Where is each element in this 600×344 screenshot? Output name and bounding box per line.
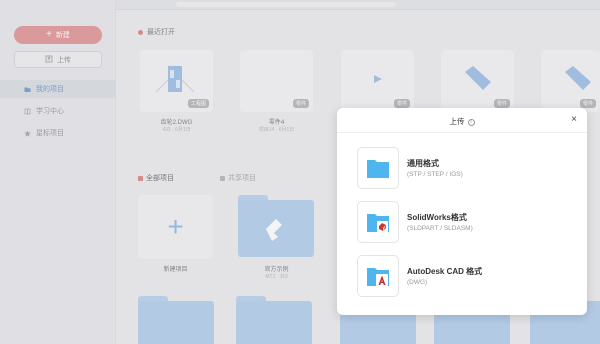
- project-folder[interactable]: [138, 296, 214, 344]
- sidebar: + 新建 上传 我的项目 学习中心 星标项目: [0, 0, 116, 344]
- option-title: AutoDesk CAD 格式: [407, 267, 483, 276]
- tab-all-label: 全部项目: [146, 175, 174, 182]
- sidebar-item-label: 学习中心: [36, 108, 64, 115]
- option-title: 通用格式: [407, 159, 439, 168]
- upload-option-solidworks[interactable]: SolidWorks格式 (SLDPART / SLDASM): [357, 200, 567, 244]
- card-type-badge: 工程图: [187, 99, 209, 108]
- folder-meta: MT1 · 共3: [265, 274, 288, 280]
- option-subtitle: (DWG): [407, 279, 428, 286]
- recent-card-4[interactable]: 零件: [441, 50, 514, 112]
- solidworks-folder-icon: [367, 214, 389, 232]
- upload-option-autocad[interactable]: AutoDesk CAD 格式 (DWG): [357, 254, 567, 298]
- drawing-thumbnail-icon: [155, 66, 195, 93]
- part-thumbnail-icon: [565, 66, 591, 90]
- tab-shared-label: 共享项目: [228, 175, 256, 182]
- folder-icon: [367, 160, 389, 178]
- upload-icon: [45, 55, 53, 65]
- top-bar-line: [176, 2, 396, 7]
- upload-button-label: 上传: [57, 56, 71, 64]
- sidebar-item-my-projects[interactable]: 我的项目: [0, 80, 116, 98]
- card-meta: 项目14 · 6月1日: [258, 127, 295, 133]
- recent-title-text: 最近打开: [147, 29, 175, 36]
- new-project-card[interactable]: +: [138, 195, 213, 259]
- part-thumbnail-icon: [465, 66, 491, 90]
- card-meta: 433 · 6月1日: [162, 127, 191, 133]
- option-subtitle: (STP / STEP / IGS): [407, 171, 463, 178]
- plus-icon: +: [167, 211, 184, 242]
- plus-icon: +: [46, 29, 52, 40]
- project-folder[interactable]: [236, 296, 312, 344]
- dialog-title: 上传 i: [337, 116, 587, 127]
- sidebar-item-learning[interactable]: 学习中心: [0, 102, 116, 120]
- close-icon[interactable]: ×: [571, 114, 577, 125]
- info-icon[interactable]: i: [467, 118, 475, 126]
- autocad-folder-icon: [367, 268, 389, 286]
- new-project-label: 新建项目: [163, 267, 188, 273]
- card-name: 零件4: [268, 120, 285, 126]
- star-icon: [24, 129, 31, 137]
- upload-dialog: 上传 i × 通用格式 (STP / STEP / IGS) SolidWorks…: [337, 108, 587, 315]
- dialog-divider: [337, 132, 587, 133]
- card-type-badge: 零件: [393, 99, 410, 108]
- new-button[interactable]: + 新建: [14, 26, 102, 44]
- card-type-badge: 零件: [292, 99, 309, 108]
- upload-button[interactable]: 上传: [14, 51, 102, 68]
- folder-name: 官方示例: [264, 267, 289, 273]
- sidebar-item-label: 我的项目: [36, 86, 64, 93]
- card-name: 齿轮2.DWG: [160, 120, 193, 126]
- folder-icon: [24, 86, 31, 93]
- book-icon: [24, 108, 31, 115]
- top-bar: [116, 0, 600, 10]
- project-logo-icon: [266, 219, 282, 241]
- sidebar-item-starred[interactable]: 星标项目: [0, 124, 116, 142]
- recent-section-title: 最近打开: [138, 27, 175, 37]
- recent-icon: [138, 29, 143, 35]
- project-folder[interactable]: [238, 195, 314, 257]
- tab-all-projects[interactable]: 全部项目: [138, 173, 174, 183]
- recent-card-3[interactable]: 零件: [341, 50, 414, 112]
- card-type-badge: 零件: [493, 99, 510, 108]
- card-type-badge: 零件: [579, 99, 596, 108]
- new-button-label: 新建: [55, 32, 70, 39]
- recent-card-5[interactable]: 零件: [541, 50, 600, 112]
- sidebar-item-label: 星标项目: [36, 130, 64, 137]
- solidworks-format-icon-box: [357, 201, 399, 243]
- dialog-title-text: 上传: [449, 117, 465, 126]
- part-thumbnail-icon: [374, 75, 382, 83]
- option-title: SolidWorks格式: [407, 213, 467, 222]
- all-projects-icon: [138, 175, 143, 181]
- autocad-format-icon-box: [357, 255, 399, 297]
- generic-format-icon-box: [357, 147, 399, 189]
- option-subtitle: (SLDPART / SLDASM): [407, 225, 473, 232]
- upload-option-generic[interactable]: 通用格式 (STP / STEP / IGS): [357, 146, 567, 190]
- recent-card-1[interactable]: 工程图: [140, 50, 213, 112]
- recent-card-2[interactable]: 零件: [240, 50, 313, 112]
- shared-projects-icon: [220, 175, 225, 181]
- tab-shared-projects[interactable]: 共享项目: [220, 173, 256, 183]
